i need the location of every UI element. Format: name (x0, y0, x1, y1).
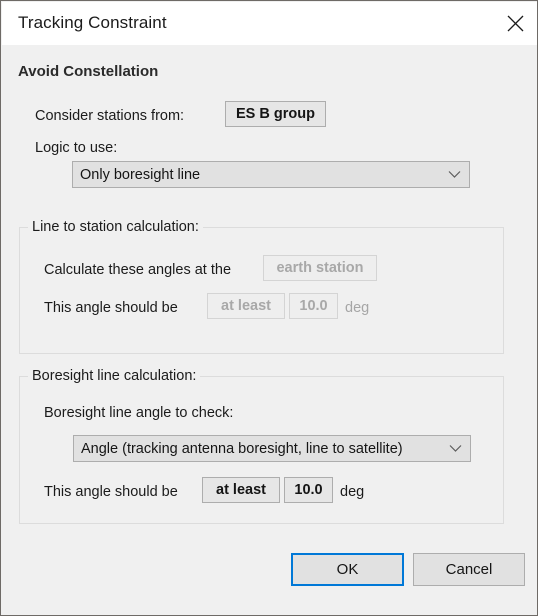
close-icon (507, 15, 524, 32)
chevron-down-icon (440, 444, 470, 453)
logic-to-use-value: Only boresight line (80, 166, 201, 183)
calculate-angles-label: Calculate these angles at the (44, 262, 232, 278)
window-title: Tracking Constraint (18, 13, 167, 32)
boresight-angle-to-check-value: Angle (tracking antenna boresight, line … (81, 440, 403, 457)
tracking-constraint-dialog: Tracking Constraint Avoid Constellation … (0, 0, 538, 616)
close-button[interactable] (493, 2, 537, 45)
boresight-angle-comparison-button[interactable]: at least (202, 477, 280, 503)
ok-button[interactable]: OK (291, 553, 404, 586)
titlebar: Tracking Constraint (2, 2, 537, 45)
logic-to-use-label: Logic to use: (35, 140, 118, 156)
line-to-station-group-title: Line to station calculation: (28, 219, 203, 235)
calculate-angles-at-button: earth station (263, 255, 377, 281)
line-to-station-group: Line to station calculation: Calculate t… (19, 219, 504, 354)
boresight-line-group-title: Boresight line calculation: (28, 368, 201, 384)
dialog-body: Avoid Constellation Consider stations fr… (2, 45, 537, 615)
boresight-angle-should-be-label: This angle should be (44, 484, 178, 500)
chevron-down-icon (439, 170, 469, 179)
line-angle-units-label: deg (345, 300, 370, 316)
boresight-line-group: Boresight line calculation: Boresight li… (19, 368, 504, 524)
boresight-angle-units-label: deg (340, 484, 365, 500)
boresight-angle-value-button[interactable]: 10.0 (284, 477, 333, 503)
boresight-angle-to-check-combobox[interactable]: Angle (tracking antenna boresight, line … (73, 435, 471, 462)
line-angle-value-button: 10.0 (289, 293, 338, 319)
cancel-button[interactable]: Cancel (413, 553, 525, 586)
line-angle-should-be-label: This angle should be (44, 300, 178, 316)
section-heading: Avoid Constellation (18, 63, 159, 80)
line-angle-comparison-button: at least (207, 293, 285, 319)
consider-stations-label: Consider stations from: (35, 108, 185, 124)
boresight-angle-to-check-label: Boresight line angle to check: (44, 405, 234, 421)
consider-stations-value-button[interactable]: ES B group (225, 101, 326, 127)
logic-to-use-combobox[interactable]: Only boresight line (72, 161, 470, 188)
